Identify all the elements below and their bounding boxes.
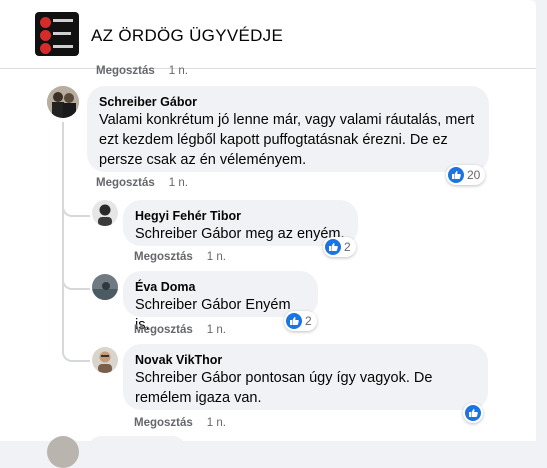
reply-meta: Megosztás 1 n. [134, 250, 226, 264]
comments-panel: Megosztás 1 n. Schreiber Gábor Valami kon… [0, 65, 536, 468]
reply-author[interactable]: Novak VikThor [135, 352, 476, 368]
comment-text: Valami konkrétum jó lenne már, vagy vala… [99, 112, 475, 168]
comment-author[interactable]: Schreiber Gábor [99, 94, 477, 110]
reaction-count[interactable]: 2 [284, 311, 317, 331]
group-avatar[interactable] [35, 12, 79, 56]
reply-text: Schreiber Gábor meg az enyém. [135, 226, 345, 242]
timestamp[interactable]: 1 n. [169, 65, 188, 77]
like-icon [448, 167, 464, 183]
share-link[interactable]: Megosztás [96, 177, 155, 189]
share-link[interactable]: Megosztás [96, 65, 155, 77]
avatar-eva-doma[interactable] [92, 274, 118, 300]
avatar-image [92, 200, 118, 226]
group-title[interactable]: AZ ÖRDÖG ÜGYVÉDJE [91, 26, 283, 46]
reaction-number: 2 [344, 240, 351, 254]
timestamp[interactable]: 1 n. [207, 417, 226, 429]
reply-bubble: Novak VikThor Schreiber Gábor pontosan ú… [123, 344, 488, 410]
thread-connector [62, 271, 90, 290]
like-icon [325, 239, 341, 255]
share-link[interactable]: Megosztás [134, 417, 193, 429]
timestamp[interactable]: 1 n. [169, 177, 188, 189]
thread-line [62, 122, 64, 354]
share-link[interactable]: Megosztás [134, 251, 193, 263]
reaction-count[interactable]: 20 [446, 165, 486, 185]
reply-bubble: Éva Doma Schreiber Gábor Enyém is. [123, 271, 318, 333]
reply-meta: Megosztás 1 n. [134, 323, 226, 337]
reaction-number: 2 [305, 314, 312, 328]
reply-meta: Megosztás 1 n. [134, 416, 226, 430]
page-scrollbar[interactable] [536, 0, 547, 441]
reply-author[interactable]: Hegyi Fehér Tibor [135, 208, 346, 224]
avatar-image [92, 274, 118, 300]
reply-text: Schreiber Gábor pontosan úgy így vagyok.… [135, 370, 433, 406]
reply-bubble: Hegyi Fehér Tibor Schreiber Gábor meg az… [123, 200, 358, 246]
avatar-image [92, 347, 118, 373]
avatar-novak-vikthor[interactable] [92, 347, 118, 373]
timestamp[interactable]: 1 n. [207, 251, 226, 263]
timestamp[interactable]: 1 n. [207, 324, 226, 336]
previous-comment-meta: Megosztás 1 n. [96, 64, 188, 78]
reaction-count[interactable] [463, 403, 483, 423]
reaction-count[interactable]: 2 [323, 237, 356, 257]
share-link[interactable]: Megosztás [134, 324, 193, 336]
reaction-number: 20 [467, 168, 481, 182]
like-icon [286, 313, 302, 329]
comment-bubble: Schreiber Gábor Valami konkrétum jó lenn… [87, 86, 489, 172]
avatar-hegyi-feher-tibor[interactable] [92, 200, 118, 226]
comment-meta: Megosztás 1 n. [96, 176, 188, 190]
avatar-schreiber-gabor[interactable] [47, 86, 79, 118]
like-icon [465, 405, 481, 421]
thread-connector [62, 197, 90, 217]
thread-connector [62, 344, 90, 362]
avatar-image [47, 86, 79, 118]
reply-author[interactable]: Éva Doma [135, 279, 306, 295]
group-header: AZ ÖRDÖG ÜGYVÉDJE [0, 0, 536, 69]
